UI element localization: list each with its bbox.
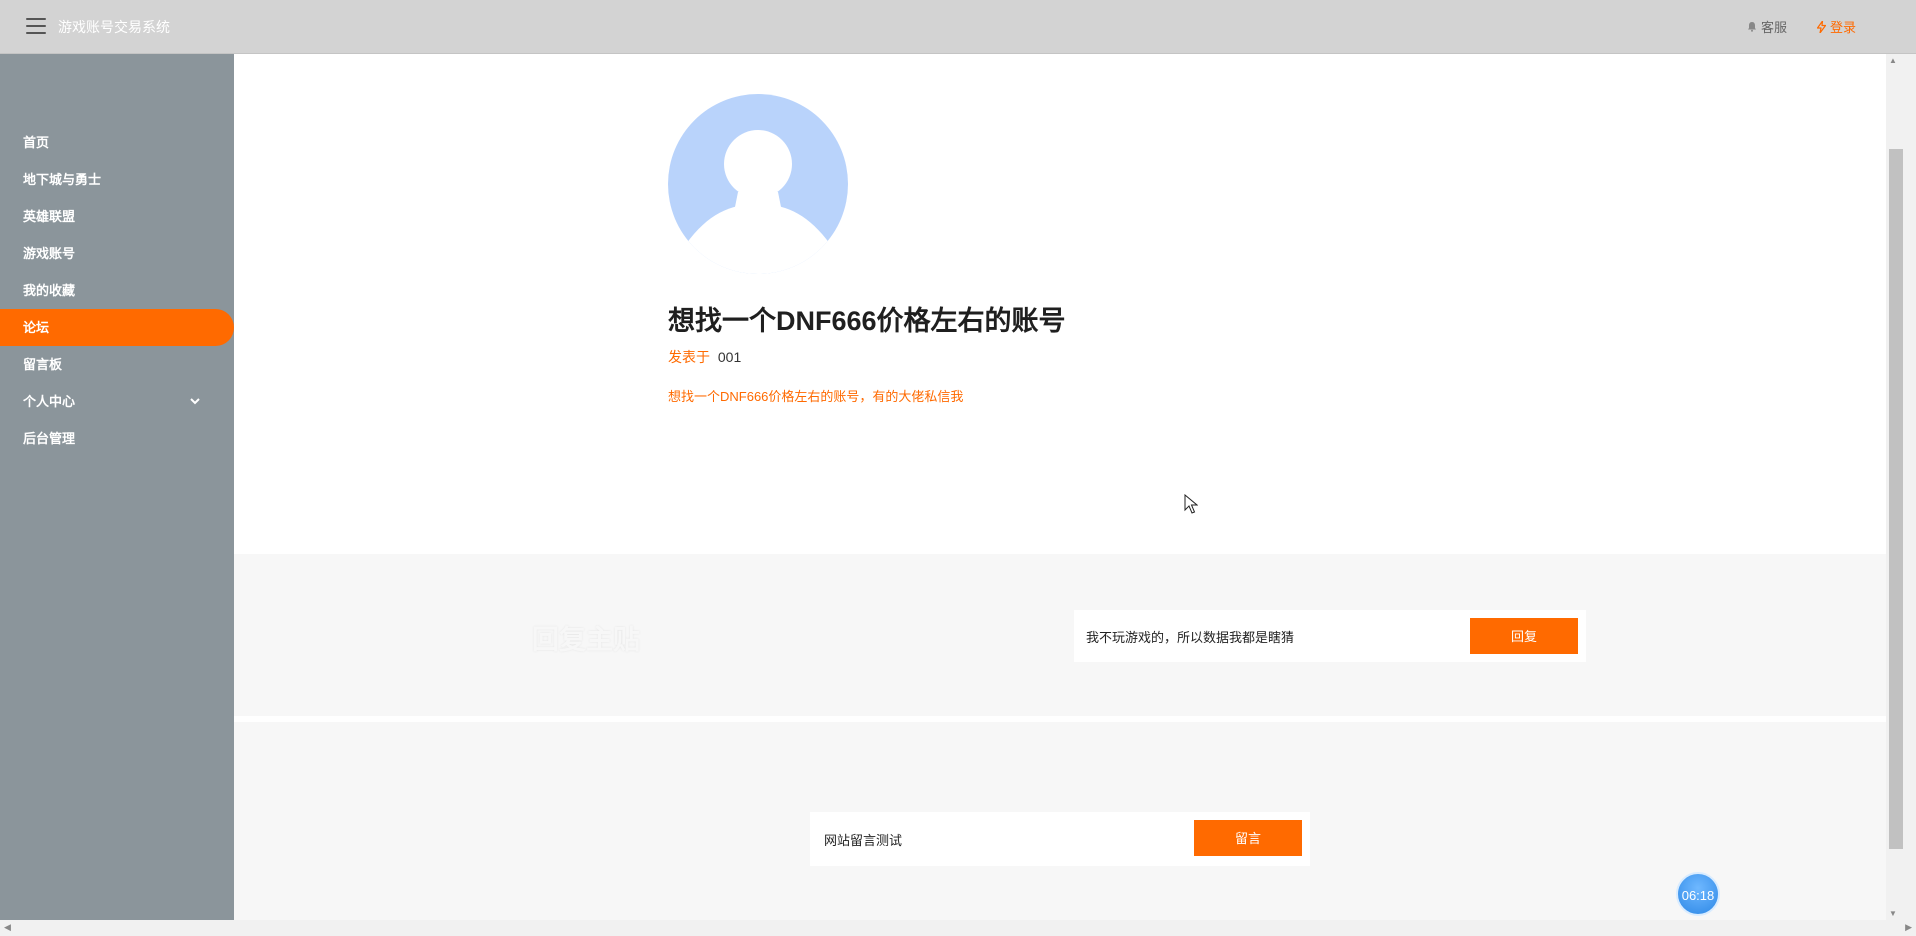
floating-clock-widget[interactable]: 06:18 <box>1676 872 1720 916</box>
customer-service-label: 客服 <box>1760 20 1787 35</box>
user-avatar <box>668 94 848 274</box>
scroll-right-icon[interactable]: ▶ <box>1905 922 1912 933</box>
sidebar-item-home[interactable]: 首页 <box>0 124 234 161</box>
login-link[interactable]: 登录 <box>1816 17 1856 36</box>
sidebar-item-label: 个人中心 <box>23 394 76 409</box>
sidebar-nav: 首页 地下城与勇士 英雄联盟 游戏账号 我的收藏 论坛 留言板 个人中心 后台管… <box>0 124 234 457</box>
sidebar: 首页 地下城与勇士 英雄联盟 游戏账号 我的收藏 论坛 留言板 个人中心 后台管… <box>0 54 234 920</box>
reply-section: 回复主贴 回复 <box>234 554 1886 716</box>
sidebar-item-forum[interactable]: 论坛 <box>0 309 234 346</box>
top-actions: 客服 登录 <box>1747 17 1856 36</box>
sidebar-item-favorites[interactable]: 我的收藏 <box>0 272 234 309</box>
post-title: 想找一个DNF666价格左右的账号 <box>668 306 1066 336</box>
sidebar-item-lol[interactable]: 英雄联盟 <box>0 198 234 235</box>
post-body: 想找一个DNF666价格左右的账号，有的大佬私信我 <box>668 389 964 404</box>
vertical-scrollbar[interactable]: ▲ ▼ <box>1886 54 1916 920</box>
reply-button[interactable]: 回复 <box>1470 618 1578 654</box>
scroll-down-icon[interactable]: ▼ <box>1889 909 1897 918</box>
post-meta: 发表于 001 <box>668 347 741 367</box>
main-content: 想找一个DNF666价格左右的账号 发表于 001 想找一个DNF666价格左右… <box>234 54 1886 920</box>
message-input[interactable] <box>824 825 1154 853</box>
hamburger-menu-icon[interactable] <box>26 18 46 34</box>
post-author[interactable]: 001 <box>718 349 741 365</box>
bell-icon <box>1747 22 1756 32</box>
message-form: 留言 <box>810 812 1310 866</box>
sidebar-item-dnf[interactable]: 地下城与勇士 <box>0 161 234 198</box>
default-user-icon <box>686 130 830 274</box>
customer-service-link[interactable]: 客服 <box>1747 17 1787 36</box>
scroll-up-icon[interactable]: ▲ <box>1889 56 1897 65</box>
posted-by-label: 发表于 <box>668 349 710 365</box>
app-title: 游戏账号交易系统 <box>58 19 170 35</box>
message-section: 留言 <box>234 722 1886 920</box>
mouse-cursor-icon <box>1184 493 1199 519</box>
sidebar-item-personal-center[interactable]: 个人中心 <box>0 383 234 420</box>
login-label: 登录 <box>1829 20 1856 35</box>
chevron-down-icon <box>190 383 200 420</box>
leave-message-button[interactable]: 留言 <box>1194 820 1302 856</box>
reply-input[interactable] <box>1086 622 1456 650</box>
scroll-left-icon[interactable]: ◀ <box>4 922 11 933</box>
sidebar-item-admin[interactable]: 后台管理 <box>0 420 234 457</box>
reply-form: 回复 <box>1074 610 1586 662</box>
horizontal-scrollbar[interactable]: ◀ ▶ <box>0 920 1916 936</box>
lightning-icon <box>1816 20 1826 33</box>
vertical-scroll-thumb[interactable] <box>1889 149 1903 849</box>
sidebar-item-game-accounts[interactable]: 游戏账号 <box>0 235 234 272</box>
top-bar: 游戏账号交易系统 客服 登录 <box>0 0 1916 54</box>
reply-heading: 回复主贴 <box>532 625 640 655</box>
sidebar-item-message-board[interactable]: 留言板 <box>0 346 234 383</box>
